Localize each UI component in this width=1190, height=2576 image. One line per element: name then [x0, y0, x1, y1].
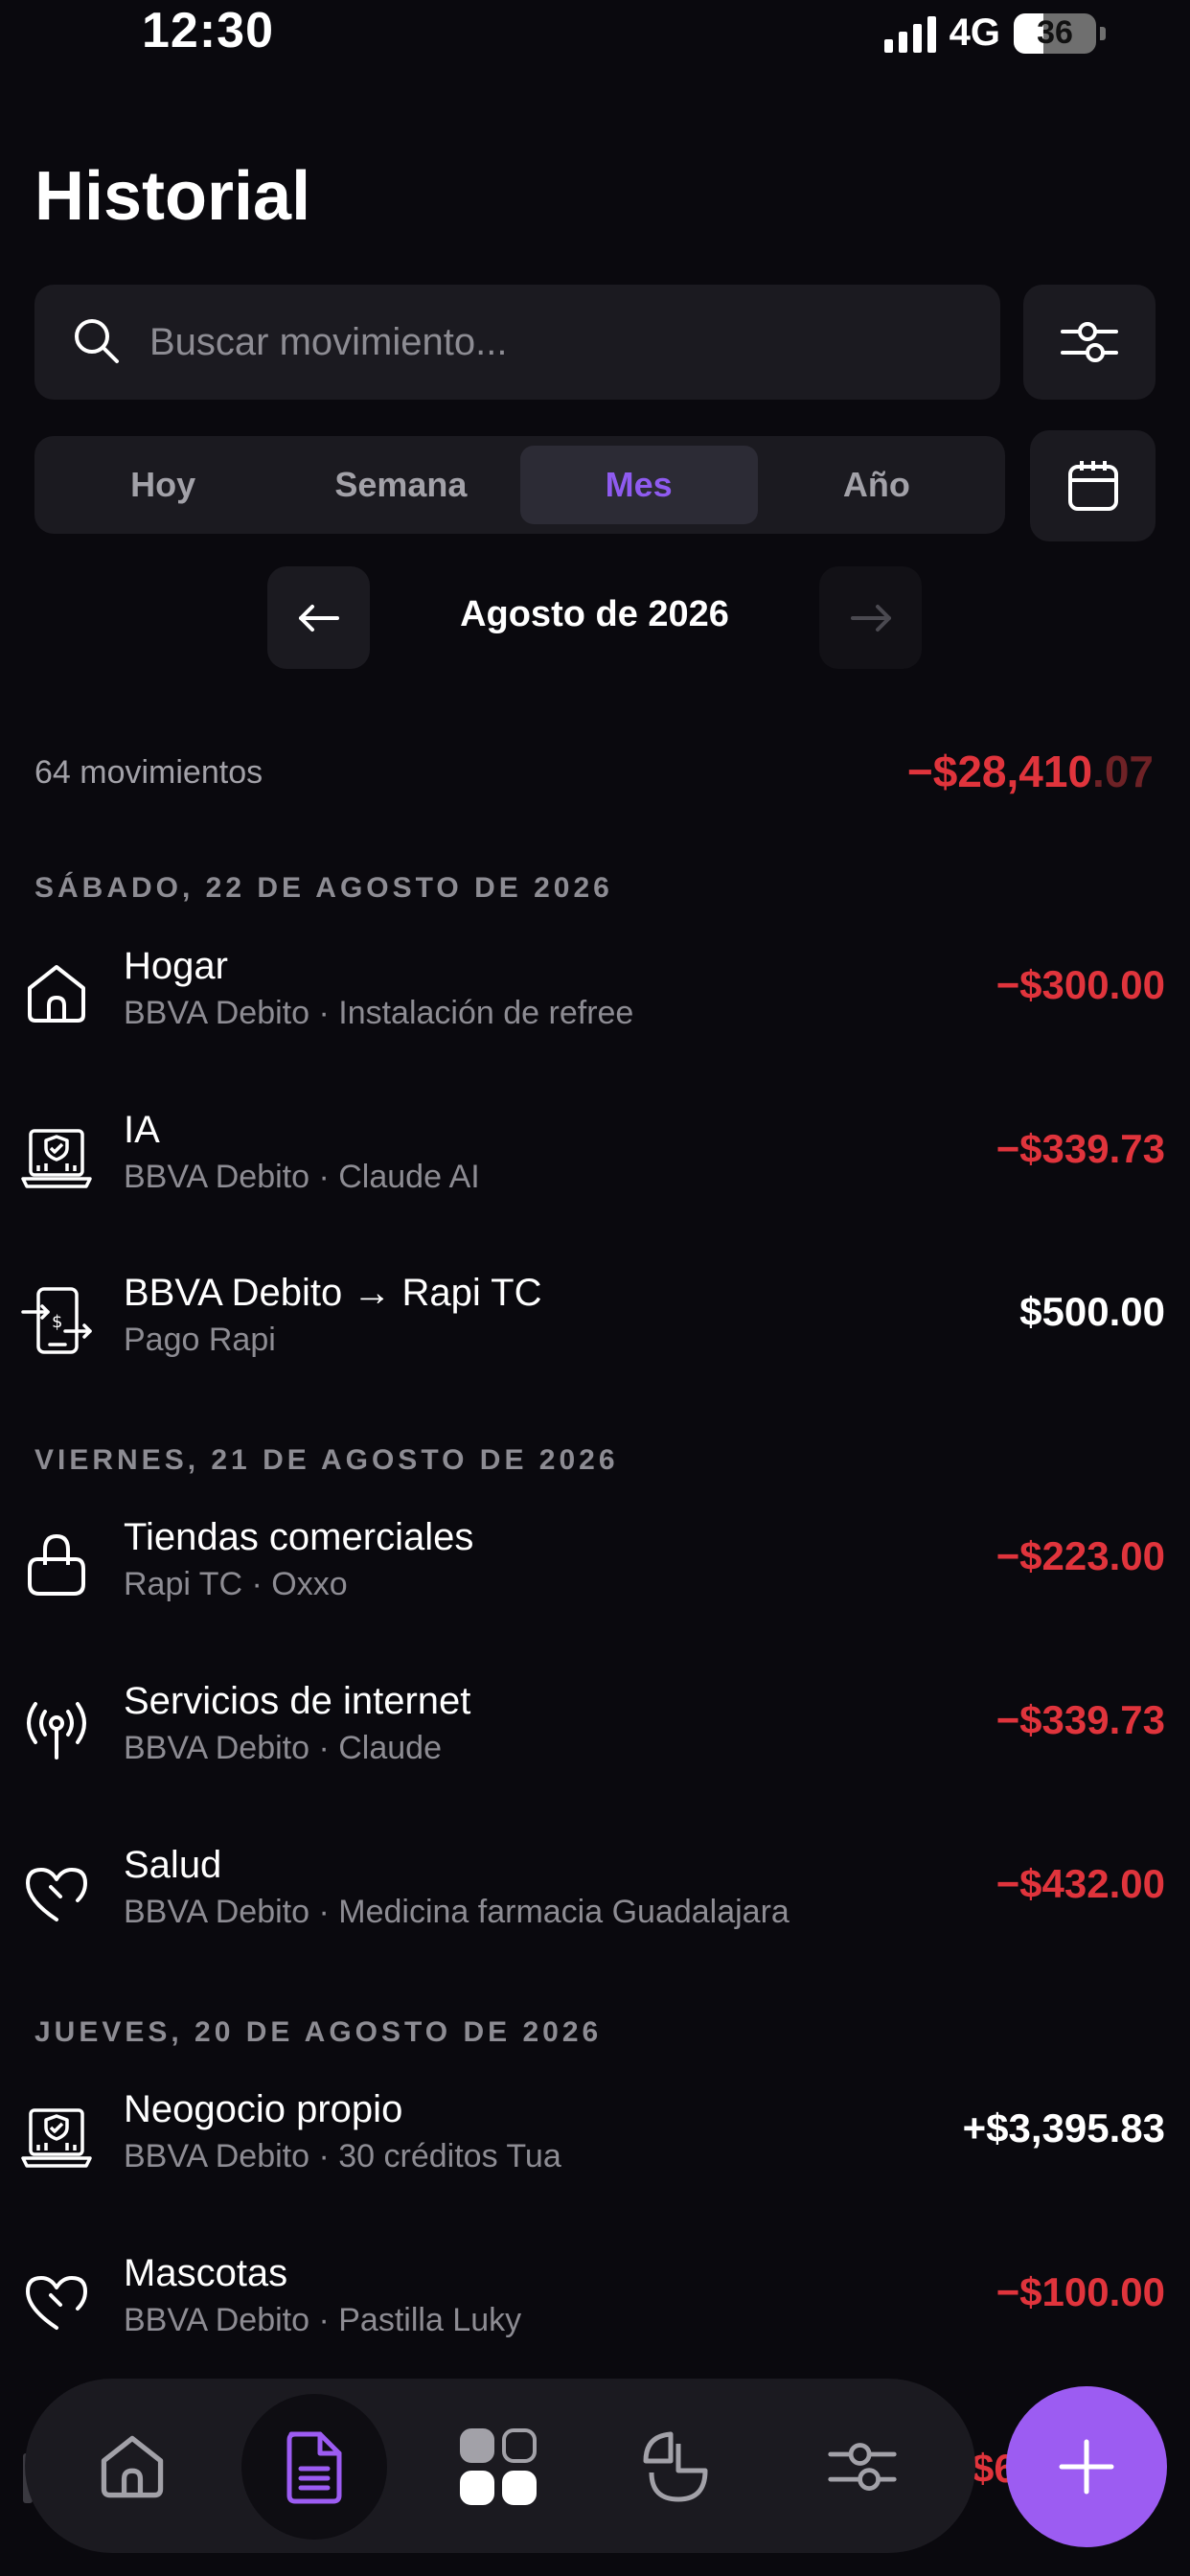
previous-month-button[interactable] [267, 566, 370, 669]
signal-icon [883, 14, 936, 53]
month-label: Agosto de 2026 [460, 594, 729, 634]
transaction-title: Salud [124, 1844, 222, 1886]
plus-icon [1059, 2439, 1114, 2495]
laptop-shield-icon [17, 2098, 96, 2176]
page-title: Historial [34, 158, 311, 235]
transaction-amount: −$339.73 [995, 1126, 1165, 1171]
total-amount-cents: .07 [1092, 747, 1154, 796]
grid-icon [460, 2428, 537, 2505]
transaction-title: BBVA Debito → Rapi TC [124, 1272, 542, 1314]
transaction-title: Hogar [124, 945, 228, 987]
transaction-row[interactable]: Tiendas comerciales Rapi TC · Oxxo −$223… [0, 1503, 1190, 1637]
tab-semana[interactable]: Semana [282, 446, 519, 524]
transfer-icon: $ [17, 1281, 96, 1360]
transaction-amount: −$300.00 [995, 962, 1165, 1007]
transaction-amount: $500.00 [1019, 1289, 1165, 1334]
sliders-icon [828, 2443, 897, 2491]
transaction-row[interactable]: $ BBVA Debito → Rapi TC Pago Rapi $500.0… [0, 1258, 1190, 1392]
heart-icon [17, 2262, 96, 2340]
document-icon [286, 2431, 342, 2504]
day-header: VIERNES, 21 DE AGOSTO DE 2026 [34, 1444, 619, 1476]
transaction-title: Servicios de internet [124, 1680, 471, 1722]
nav-reports[interactable] [607, 2394, 753, 2540]
nav-history[interactable] [241, 2394, 387, 2540]
transaction-amount: −$223.00 [995, 1533, 1165, 1578]
transaction-row[interactable]: Neogocio propio BBVA Debito · 30 crédito… [0, 2075, 1190, 2209]
shopping-bag-icon [17, 1526, 96, 1604]
transaction-title: Tiendas comerciales [124, 1516, 474, 1558]
transaction-title: IA [124, 1109, 160, 1151]
transaction-subtitle: BBVA Debito · Instalación de refree [124, 995, 634, 1031]
add-transaction-button[interactable] [1006, 2386, 1167, 2547]
heart-icon [17, 1853, 96, 1932]
svg-text:$: $ [52, 1312, 62, 1332]
transaction-subtitle: BBVA Debito · Medicina farmacia Guadalaj… [124, 1894, 790, 1930]
period-tabs: Hoy Semana Mes Año [34, 436, 1005, 534]
pie-chart-icon [643, 2431, 708, 2502]
transaction-amount: −$339.73 [995, 1697, 1165, 1742]
transaction-row[interactable]: IA BBVA Debito · Claude AI −$339.73 [0, 1095, 1190, 1230]
broadcast-icon [17, 1690, 96, 1768]
arrow-right-icon [850, 604, 891, 632]
search-placeholder: Buscar movimiento... [149, 320, 508, 363]
transaction-row[interactable]: Hogar BBVA Debito · Instalación de refre… [0, 932, 1190, 1066]
battery-percent: 36 [1037, 14, 1073, 51]
search-input[interactable]: Buscar movimiento... [34, 285, 1000, 400]
total-amount: −$28,410.07 [907, 746, 1154, 797]
nav-home[interactable] [59, 2394, 205, 2540]
transaction-title: Mascotas [124, 2252, 288, 2294]
transaction-subtitle: Pago Rapi [124, 1322, 276, 1358]
transaction-amount: −$432.00 [995, 1861, 1165, 1906]
nav-settings[interactable] [790, 2394, 935, 2540]
calendar-button[interactable] [1030, 430, 1156, 541]
tab-hoy[interactable]: Hoy [44, 446, 282, 524]
transaction-subtitle: Rapi TC · Oxxo [124, 1566, 348, 1602]
laptop-shield-icon [17, 1118, 96, 1197]
transaction-row[interactable]: Servicios de internet BBVA Debito · Clau… [0, 1667, 1190, 1801]
transaction-subtitle: BBVA Debito · Claude [124, 1730, 442, 1766]
transaction-subtitle: BBVA Debito · Pastilla Luky [124, 2302, 522, 2338]
day-header: SÁBADO, 22 DE AGOSTO DE 2026 [34, 872, 613, 904]
total-amount-main: −$28,410 [906, 747, 1093, 796]
transaction-amount: −$100.00 [995, 2269, 1165, 2314]
transaction-amount: +$3,395.83 [962, 2105, 1165, 2150]
nav-categories[interactable] [425, 2394, 571, 2540]
sliders-icon [1061, 322, 1118, 362]
movement-count: 64 movimientos [34, 754, 263, 791]
transaction-row[interactable]: Mascotas BBVA Debito · Pastilla Luky −$1… [0, 2239, 1190, 2373]
status-indicators: 4G 36 [883, 12, 1106, 55]
filter-button[interactable] [1023, 285, 1156, 400]
tab-mes[interactable]: Mes [519, 446, 758, 524]
next-month-button[interactable] [819, 566, 922, 669]
network-label: 4G [949, 12, 1000, 54]
transaction-row[interactable]: Salud BBVA Debito · Medicina farmacia Gu… [0, 1830, 1190, 1965]
status-time: 12:30 [142, 3, 274, 58]
tab-ano[interactable]: Año [758, 446, 995, 524]
day-header: JUEVES, 20 DE AGOSTO DE 2026 [34, 2016, 603, 2048]
battery-tip [1100, 26, 1106, 40]
battery-icon: 36 [1014, 12, 1096, 54]
home-icon [101, 2435, 164, 2498]
arrow-left-icon [298, 604, 339, 632]
transaction-subtitle: BBVA Debito · 30 créditos Tua [124, 2138, 561, 2174]
calendar-icon [1067, 461, 1118, 511]
status-bar: 12:30 4G 36 [0, 0, 1190, 67]
transaction-subtitle: BBVA Debito · Claude AI [124, 1159, 480, 1195]
bottom-navigation [25, 2379, 975, 2553]
search-icon [75, 319, 119, 363]
transaction-title: Neogocio propio [124, 2088, 403, 2130]
home-icon [17, 954, 96, 1033]
